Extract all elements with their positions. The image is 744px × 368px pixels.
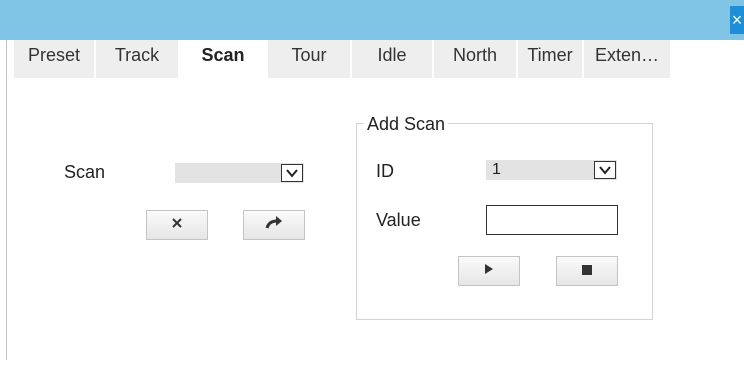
tab-preset[interactable]: Preset (14, 40, 94, 78)
tab-scan[interactable]: Scan (180, 40, 266, 78)
id-select[interactable]: 1 (486, 160, 617, 180)
tab-tour[interactable]: Tour (268, 40, 350, 78)
value-field[interactable] (486, 205, 618, 235)
panel-left-border (6, 40, 7, 360)
call-scan-button[interactable] (243, 210, 305, 240)
tab-track[interactable]: Track (96, 40, 178, 78)
stop-scan-button[interactable] (556, 256, 618, 286)
tab-north[interactable]: North (434, 40, 516, 78)
tab-bar: Preset Track Scan Tour Idle North Timer … (14, 40, 672, 78)
tab-timer[interactable]: Timer (518, 40, 582, 78)
value-label: Value (376, 210, 421, 230)
scan-label: Scan (64, 162, 106, 182)
chevron-down-icon[interactable] (281, 164, 303, 182)
close-icon (171, 216, 183, 234)
chevron-down-icon[interactable] (594, 161, 616, 179)
start-scan-button[interactable] (458, 256, 520, 286)
tab-idle[interactable]: Idle (352, 40, 432, 78)
stop-icon (582, 262, 592, 280)
dialog-titlebar (0, 0, 744, 40)
add-scan-legend: Add Scan (364, 112, 449, 136)
id-select-value: 1 (492, 161, 501, 178)
play-icon (484, 262, 494, 280)
id-label: ID (376, 161, 394, 181)
scan-select[interactable] (175, 163, 304, 183)
close-button[interactable]: × (730, 6, 744, 34)
delete-scan-button[interactable] (146, 210, 208, 240)
forward-arrow-icon (265, 215, 283, 235)
tab-extension[interactable]: Exten… (584, 40, 670, 78)
